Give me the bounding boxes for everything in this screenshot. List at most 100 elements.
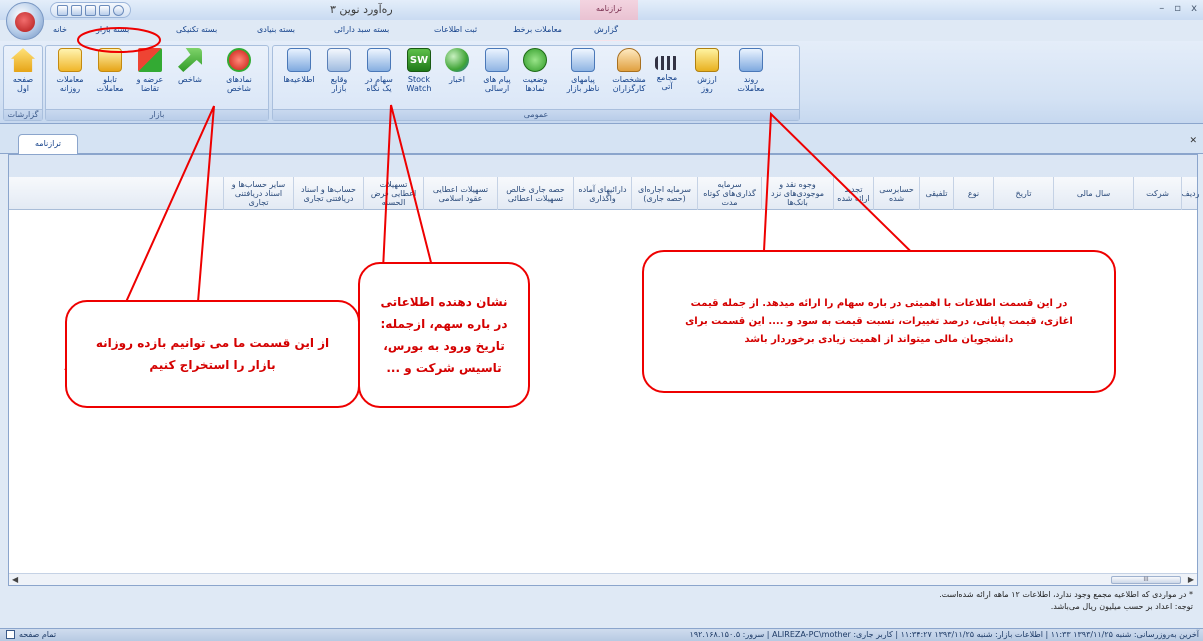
app-orb-button[interactable] bbox=[6, 2, 44, 40]
daily-value-icon bbox=[695, 48, 719, 72]
group-general: اطلاعیه‌ها وقایع بازار سهام در یک نگاه S… bbox=[272, 45, 800, 121]
sent-messages-icon bbox=[485, 48, 509, 72]
scrollbar-thumb[interactable]: III bbox=[1111, 576, 1181, 584]
close-icon[interactable]: x bbox=[1191, 3, 1197, 14]
footnote-units: توجه: اعداد بر حسب میلیون ریال می‌باشد. bbox=[1050, 602, 1193, 611]
market-events-button[interactable]: وقایع بازار bbox=[323, 48, 355, 93]
trade-trend-button[interactable]: روند معاملات bbox=[731, 48, 771, 93]
context-tab-balance-sheet[interactable]: ترازنامه bbox=[580, 0, 638, 20]
column-header[interactable]: تسهیلات اعطایی قرض الحسنه bbox=[363, 177, 423, 210]
index-up-icon bbox=[178, 48, 202, 72]
quick-access-toolbar bbox=[50, 2, 131, 18]
column-header[interactable]: ردیف bbox=[1181, 177, 1199, 210]
tab-portfolio-package[interactable]: بسته سبد دارائی bbox=[334, 25, 389, 34]
trade-trend-icon bbox=[739, 48, 763, 72]
announcements-button[interactable]: اطلاعیه‌ها bbox=[279, 48, 319, 84]
assemblies-icon bbox=[655, 56, 679, 70]
fullscreen-checkbox[interactable] bbox=[6, 630, 15, 639]
supply-demand-button[interactable]: عرضه و تقاضا bbox=[134, 48, 166, 93]
announcements-icon bbox=[287, 48, 311, 72]
supervisor-messages-button[interactable]: پیامهای ناظر بازار bbox=[563, 48, 603, 93]
supply-demand-icon bbox=[138, 48, 162, 72]
status-info: آخرین به‌روزرسانی: شنبه ۱۳۹۳/۱۱/۲۵ ۱۱:۳۳… bbox=[689, 630, 1199, 639]
column-header[interactable]: نوع bbox=[953, 177, 993, 210]
window-controls: – ▫ x bbox=[1159, 3, 1197, 14]
horizontal-scrollbar[interactable]: ◀ III ▶ bbox=[9, 573, 1197, 585]
column-header[interactable]: تسهیلات اعطایی عقود اسلامی bbox=[423, 177, 497, 210]
column-header[interactable]: تاریخ bbox=[993, 177, 1053, 210]
app-title: ره‌آورد نوین ۳ bbox=[330, 3, 393, 16]
supervisor-messages-icon bbox=[571, 48, 595, 72]
maximize-icon[interactable]: ▫ bbox=[1174, 3, 1181, 14]
qat-save-icon[interactable] bbox=[57, 4, 68, 16]
column-header[interactable]: سایر حساب‌ها و اسناد دریافتنی تجاری bbox=[223, 177, 293, 210]
scroll-right-icon[interactable]: ▶ bbox=[1188, 575, 1194, 584]
index-button[interactable]: شاخص bbox=[174, 48, 206, 84]
symbol-status-icon bbox=[523, 48, 547, 72]
news-button[interactable]: اخبار bbox=[441, 48, 473, 84]
stock-glance-icon bbox=[367, 48, 391, 72]
symbol-status-button[interactable]: وضعیت نمادها bbox=[519, 48, 551, 93]
home-page-button[interactable]: صفحه اول bbox=[7, 48, 39, 93]
group-reports: صفحه اول گزارشات bbox=[3, 45, 43, 121]
callout-trade-trend: در این قسمت اطلاعات با اهمیتی در باره سه… bbox=[642, 250, 1116, 393]
daily-trades-button[interactable]: معاملات روزانه bbox=[54, 48, 86, 93]
tab-balance-sheet[interactable]: ترازنامه bbox=[18, 134, 78, 154]
trade-board-button[interactable]: تابلو معاملات bbox=[94, 48, 126, 93]
tab-fundamental-package[interactable]: بسته بنیادی bbox=[257, 25, 295, 34]
stock-glance-button[interactable]: سهام در یک نگاه bbox=[363, 48, 395, 93]
tab-home[interactable]: خانه bbox=[53, 25, 67, 34]
news-icon bbox=[445, 48, 469, 72]
sent-messages-button[interactable]: پیام های ارسالی bbox=[479, 48, 515, 93]
brokers-icon bbox=[617, 48, 641, 72]
stock-watch-button[interactable]: SW Stock Watch bbox=[403, 48, 435, 93]
column-header[interactable]: تلفیقی bbox=[919, 177, 953, 210]
footnotes: * در مواردی که اطلاعیه مجمع وجود ندارد، … bbox=[939, 589, 1193, 613]
scroll-left-icon[interactable]: ◀ bbox=[12, 575, 18, 584]
qat-help-icon[interactable] bbox=[113, 4, 124, 16]
column-header[interactable]: تجدید ارائه شده bbox=[833, 177, 873, 210]
footnote-12-month: * در مواردی که اطلاعیه مجمع وجود ندارد، … bbox=[939, 590, 1193, 599]
trade-board-icon bbox=[98, 48, 122, 72]
tab-technical-package[interactable]: بسته تکنیکی bbox=[176, 25, 217, 34]
index-symbols-button[interactable]: نمادهای شاخص bbox=[214, 48, 264, 93]
grid-header: ردیف شرکت سال مالی تاریخ نوع تلفیقی حسابرسی شد… bbox=[9, 177, 1199, 210]
qat-print-icon[interactable] bbox=[71, 4, 82, 16]
column-header[interactable]: دارائیهای آماده واگذاری bbox=[573, 177, 631, 210]
column-header[interactable]: سال مالی bbox=[1053, 177, 1133, 210]
title-bar: ره‌آورد نوین ۳ ترازنامه – ▫ x bbox=[0, 0, 1203, 20]
tab-report[interactable]: گزارش bbox=[594, 25, 618, 34]
column-header[interactable]: حسابرسی شده bbox=[873, 177, 919, 210]
status-bar: تمام صفحه آخرین به‌روزرسانی: شنبه ۱۳۹۳/۱… bbox=[0, 628, 1203, 641]
daily-value-button[interactable]: ارزش روز bbox=[691, 48, 723, 93]
tab-market-package[interactable]: بسته بازار bbox=[96, 25, 129, 34]
app-logo-icon bbox=[15, 12, 35, 32]
group-market: معاملات روزانه تابلو معاملات عرضه و تقاض… bbox=[45, 45, 269, 121]
market-events-icon bbox=[327, 48, 351, 72]
column-header[interactable]: سرمایه گذاری‌های کوتاه مدت bbox=[697, 177, 761, 210]
callout-market-return: از این قسمت ما می توانیم بازده روزانه با… bbox=[65, 300, 360, 408]
index-symbols-icon bbox=[227, 48, 251, 72]
assemblies-button[interactable]: مجامع آتی bbox=[651, 48, 683, 91]
ribbon-tabs: خانه بسته بازار بسته تکنیکی بسته بنیادی … bbox=[0, 20, 1203, 61]
stock-watch-icon: SW bbox=[407, 48, 431, 72]
fullscreen-label: تمام صفحه bbox=[19, 630, 57, 639]
home-icon bbox=[11, 48, 35, 72]
group-panel bbox=[9, 155, 1197, 177]
column-header[interactable]: وجوه نقد و موجودی‌های نزد بانک‌ها bbox=[761, 177, 833, 210]
tab-online-trading[interactable]: معاملات برخط bbox=[513, 25, 562, 34]
column-header[interactable]: حساب‌ها و اسناد دریافتنی تجاری bbox=[293, 177, 363, 210]
column-header[interactable]: حصه جاری خالص تسهیلات اعطائی bbox=[497, 177, 573, 210]
ribbon: صفحه اول گزارشات معاملات روزانه تابلو مع… bbox=[0, 41, 1203, 124]
tab-data-entry[interactable]: ثبت اطلاعات bbox=[434, 25, 477, 34]
minimize-icon[interactable]: – bbox=[1159, 3, 1164, 14]
qat-refresh-icon[interactable] bbox=[85, 4, 96, 16]
daily-trades-icon bbox=[58, 48, 82, 72]
qat-export-icon[interactable] bbox=[99, 4, 110, 16]
brokers-button[interactable]: مشخصات کارگزاران bbox=[609, 48, 649, 93]
fullscreen-toggle[interactable]: تمام صفحه bbox=[6, 630, 56, 639]
column-header[interactable]: شرکت bbox=[1133, 177, 1181, 210]
document-tab-strip: ترازنامه ✕ bbox=[0, 124, 1203, 154]
close-document-icon[interactable]: ✕ bbox=[1189, 136, 1197, 146]
column-header[interactable]: سرمایه اجاره‌ای (حصه جاری) bbox=[631, 177, 697, 210]
